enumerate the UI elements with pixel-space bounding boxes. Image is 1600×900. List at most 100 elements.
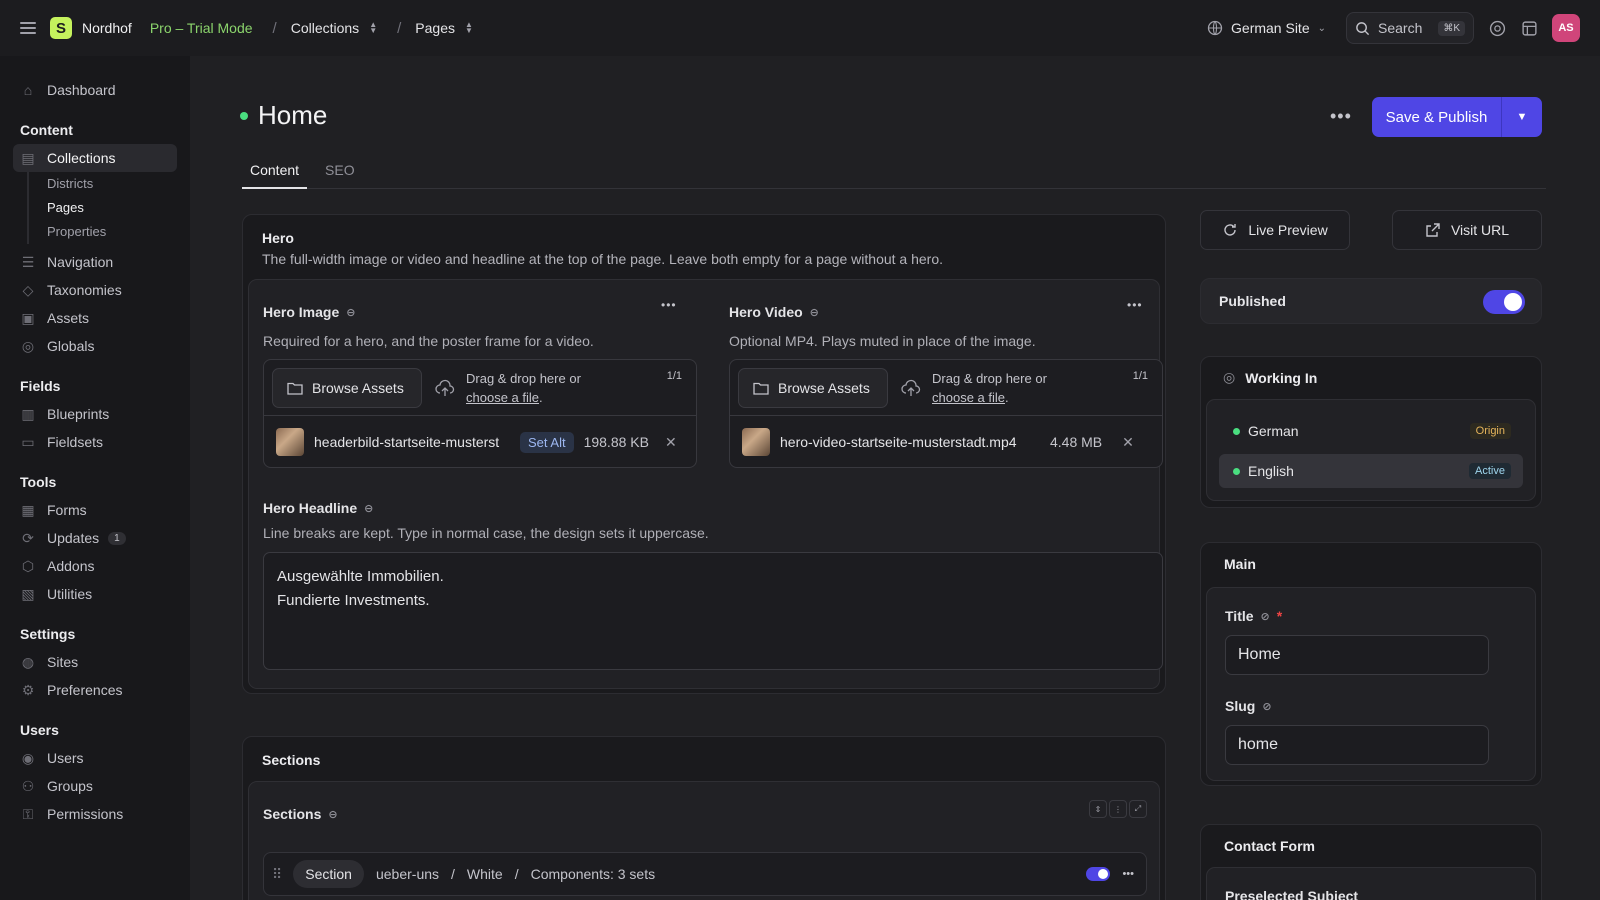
drop-zone[interactable]: Drag & drop here or choose a file. — [434, 369, 581, 407]
video-thumbnail[interactable] — [742, 428, 770, 456]
set-alt-button[interactable]: Set Alt — [520, 431, 574, 453]
hero-section-title: Hero — [262, 230, 294, 246]
section-components: Components: 3 sets — [530, 866, 656, 882]
sidebar-item-taxonomies[interactable]: ◇ Taxonomies — [0, 276, 190, 304]
save-publish-button[interactable]: Save & Publish ▼ — [1372, 97, 1542, 137]
tab-seo[interactable]: SEO — [317, 159, 363, 189]
tab-content[interactable]: Content — [242, 159, 308, 189]
sidebar-item-permissions[interactable]: ⚿ Permissions — [0, 800, 190, 828]
remove-icon[interactable]: ✕ — [665, 434, 677, 451]
sidebar-item-pages[interactable]: Pages — [47, 196, 190, 220]
tab-bar: Content SEO — [242, 159, 1546, 189]
help-icon[interactable] — [1488, 19, 1506, 37]
sidebar: ⌂ Dashboard Content ▤ Collections District… — [0, 56, 190, 900]
chevron-down-icon[interactable]: ▼ — [1502, 97, 1542, 137]
breadcrumb-pages[interactable]: Pages ▲ ▼ — [415, 20, 473, 36]
sections-section: Sections Sections ⊖ ⇕ ⋮ ⤢ ⠿ Section ueber… — [242, 736, 1166, 900]
hero-image-options-icon[interactable]: ••• — [661, 298, 677, 312]
browse-assets-button[interactable]: Browse Assets — [272, 368, 422, 408]
menu-icon[interactable] — [20, 22, 36, 34]
sidebar-item-groups[interactable]: ⚇ Groups — [0, 772, 190, 800]
fullscreen-icon[interactable]: ⤢ — [1129, 800, 1147, 818]
permissions-icon: ⚿ — [22, 805, 34, 822]
asset-row: hero-video-startseite-musterstadt.mp4 4.… — [730, 416, 1162, 468]
image-thumbnail[interactable] — [276, 428, 304, 456]
home-icon: ⌂ — [23, 82, 33, 98]
locale-german[interactable]: German Origin — [1219, 414, 1523, 448]
section-options-icon[interactable]: ••• — [1122, 868, 1134, 880]
slug-label: Slug ⊘ — [1225, 698, 1272, 714]
collapse-all-icon[interactable]: ⋮ — [1109, 800, 1127, 818]
locale-english[interactable]: English Active — [1219, 454, 1523, 488]
collections-submenu: Districts Pages Properties — [27, 172, 190, 244]
sidebar-item-assets[interactable]: ▣ Assets — [0, 304, 190, 332]
brand-name[interactable]: Nordhof — [82, 20, 132, 36]
sidebar-heading-fields: Fields — [20, 378, 61, 394]
section-color: White — [466, 866, 503, 882]
avatar[interactable]: AS — [1552, 14, 1580, 42]
live-preview-button[interactable]: Live Preview — [1200, 210, 1350, 250]
sidebar-item-updates[interactable]: ⟳ Updates 1 — [0, 524, 190, 552]
logo-icon[interactable]: S — [50, 17, 72, 39]
more-options-icon[interactable]: ••• — [1330, 106, 1352, 127]
hero-fields: Hero Image ⊖ ••• Required for a hero, and… — [248, 279, 1163, 689]
sidebar-item-addons[interactable]: ⬡ Addons — [0, 552, 190, 580]
slug-input[interactable]: home — [1225, 725, 1489, 765]
section-slug: ueber-uns — [375, 866, 440, 882]
title-input[interactable]: Home — [1225, 635, 1489, 675]
drop-zone[interactable]: Drag & drop here or choose a file. — [900, 369, 1047, 407]
trial-mode-link[interactable]: Pro – Trial Mode — [150, 20, 253, 36]
upload-cloud-icon — [901, 379, 921, 396]
remove-icon[interactable]: ✕ — [1122, 434, 1134, 451]
upload-cloud-icon — [435, 379, 455, 396]
sidebar-item-forms[interactable]: ▦ Forms — [0, 496, 190, 524]
asset-filename[interactable]: headerbild-startseite-musterst — [314, 434, 510, 450]
choose-file-link[interactable]: choose a file — [932, 390, 1005, 405]
choose-file-link[interactable]: choose a file — [466, 390, 539, 405]
layout-icon[interactable] — [1520, 19, 1538, 37]
sidebar-heading-settings: Settings — [20, 626, 76, 642]
hero-section: Hero The full-width image or video and h… — [242, 214, 1166, 694]
section-toggle[interactable] — [1086, 867, 1111, 881]
sidebar-item-utilities[interactable]: ▧ Utilities — [0, 580, 190, 608]
main-fields: Title ⊘ * Home Slug ⊘ home — [1206, 587, 1536, 781]
sidebar-item-properties[interactable]: Properties — [47, 220, 190, 244]
breadcrumb-collections[interactable]: Collections ▲ ▼ — [291, 20, 377, 36]
sidebar-item-dashboard[interactable]: ⌂ Dashboard — [0, 76, 190, 104]
search-icon — [1356, 21, 1370, 35]
search-button[interactable]: Search ⌘K — [1346, 12, 1474, 44]
sidebar-item-collections[interactable]: ▤ Collections — [13, 144, 177, 172]
contact-form-fields: Preselected Subject — [1206, 867, 1536, 900]
sidebar-item-users[interactable]: ◉ Users — [0, 744, 190, 772]
sidebar-item-navigation[interactable]: ☰ Navigation — [0, 248, 190, 276]
sidebar-item-preferences[interactable]: ⚙ Preferences — [0, 676, 190, 704]
hero-headline-label: Hero Headline ⊖ — [263, 500, 374, 516]
sidebar-item-sites[interactable]: ◍ Sites — [0, 648, 190, 676]
updates-count-badge: 1 — [108, 531, 126, 545]
active-badge: Active — [1469, 463, 1511, 479]
hero-video-options-icon[interactable]: ••• — [1127, 298, 1143, 312]
refresh-icon — [1224, 224, 1237, 236]
sidebar-item-blueprints[interactable]: ▥ Blueprints — [0, 400, 190, 428]
collapse-icon[interactable]: ⇕ — [1089, 800, 1107, 818]
collections-icon: ▤ — [21, 149, 35, 166]
working-in-header: ◎ Working In — [1223, 369, 1318, 386]
contact-form-title: Contact Form — [1224, 838, 1315, 854]
chevron-updown-icon: ▲ ▼ — [464, 20, 473, 35]
preselected-subject-label: Preselected Subject — [1225, 888, 1359, 900]
title-label: Title ⊘ * — [1225, 608, 1283, 624]
sidebar-item-fieldsets[interactable]: ▭ Fieldsets — [0, 428, 190, 456]
form-icon: ▦ — [21, 501, 35, 518]
published-toggle[interactable] — [1483, 290, 1525, 314]
sidebar-item-globals[interactable]: ◎ Globals — [0, 332, 190, 360]
asset-filename[interactable]: hero-video-startseite-musterstadt.mp4 — [780, 434, 1036, 450]
drag-handle-icon[interactable]: ⠿ — [272, 866, 282, 883]
user-icon: ◉ — [21, 749, 35, 766]
separator: / — [514, 866, 519, 882]
sidebar-item-districts[interactable]: Districts — [47, 172, 190, 196]
browse-assets-button[interactable]: Browse Assets — [738, 368, 888, 408]
site-switcher[interactable]: German Site ⌄ — [1207, 20, 1326, 36]
status-dot — [240, 111, 248, 120]
visit-url-button[interactable]: Visit URL — [1392, 210, 1542, 250]
hero-headline-textarea[interactable]: Ausgewählte Immobilien. Fundierte Invest… — [263, 552, 1163, 670]
